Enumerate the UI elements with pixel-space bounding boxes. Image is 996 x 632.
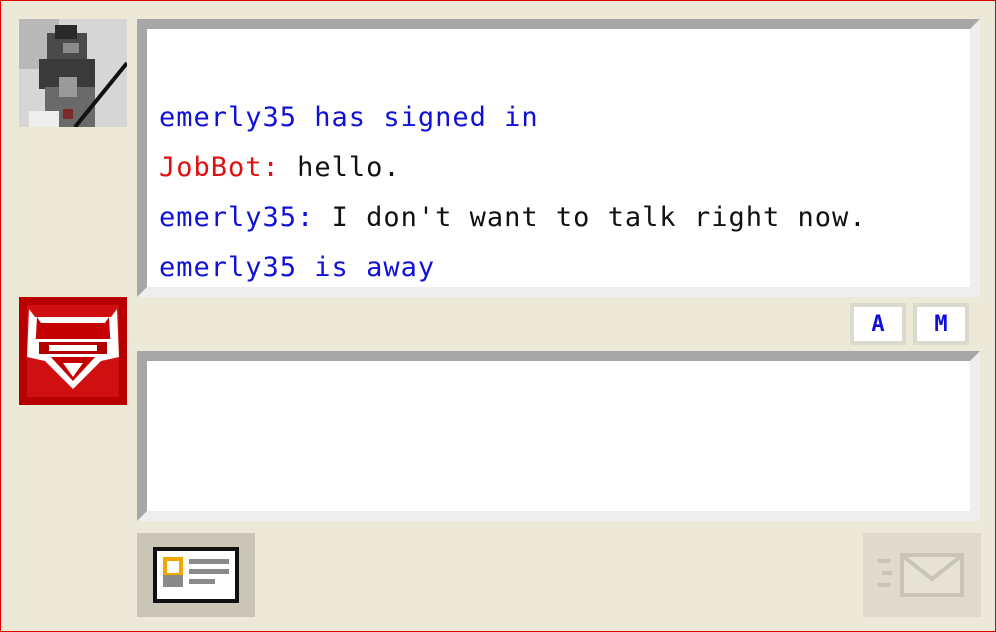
send-button[interactable] <box>863 533 981 617</box>
profile-card-icon <box>153 547 239 603</box>
emoticon-button-label: M <box>934 311 948 337</box>
self-avatar <box>19 297 127 405</box>
message-text: I don't want to talk right now. <box>331 202 867 233</box>
font-button-label: A <box>871 311 885 337</box>
chat-window: emerly35 has signed in JobBot: hello. em… <box>0 0 996 632</box>
message-input[interactable] <box>137 351 980 521</box>
font-button[interactable]: A <box>850 303 906 345</box>
system-message-text: emerly35 has signed in <box>159 102 539 133</box>
user-photo-icon <box>19 19 127 127</box>
message-list: emerly35 has signed in JobBot: hello. em… <box>159 93 958 293</box>
chat-message: emerly35: I don't want to talk right now… <box>159 193 958 243</box>
profile-card-button[interactable] <box>137 533 255 617</box>
system-message-text: emerly35 is away <box>159 252 436 283</box>
bot-logo-icon <box>19 297 127 405</box>
message-transcript[interactable]: emerly35 has signed in JobBot: hello. em… <box>137 19 980 297</box>
chat-message: JobBot: hello. <box>159 143 958 193</box>
system-message: emerly35 has signed in <box>159 93 958 143</box>
emoticon-button[interactable]: M <box>913 303 969 345</box>
remote-user-avatar <box>19 19 127 127</box>
message-sender: JobBot: <box>159 152 280 183</box>
message-sender: emerly35: <box>159 202 315 233</box>
message-text: hello. <box>297 152 401 183</box>
system-message: emerly35 is away <box>159 243 958 293</box>
send-envelope-icon <box>878 553 964 597</box>
